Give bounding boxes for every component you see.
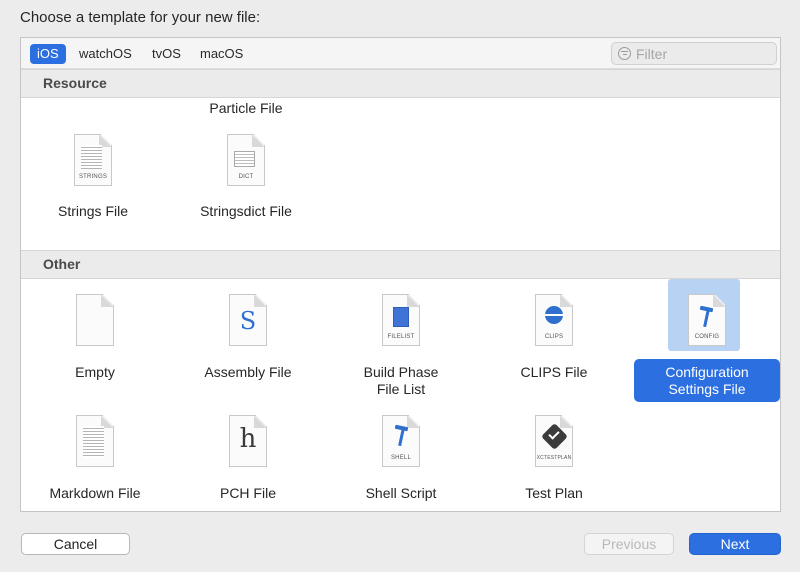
dialog-title: Choose a template for your new file: [20, 9, 261, 26]
template-label: Stringsdict File [200, 203, 292, 219]
template-label: Particle File [209, 100, 283, 116]
template-label: PCH File [219, 485, 276, 501]
config-file-icon: CONFIG [688, 294, 726, 346]
template-label: Test Plan [525, 485, 583, 501]
filter-input[interactable] [636, 45, 771, 62]
empty-file-icon [76, 294, 114, 346]
template-label: Assembly File [204, 364, 292, 380]
pch-file-icon: h [229, 415, 267, 467]
stringsdict-file-icon: DICT [227, 134, 265, 186]
template-empty[interactable]: Empty [25, 294, 165, 404]
template-strings-file[interactable]: STRINGS Strings File [23, 134, 163, 224]
template-label-line1: Configuration [665, 364, 749, 380]
section-header-resource: Resource [21, 69, 780, 98]
shell-script-icon: SHELL [382, 415, 420, 467]
markdown-file-icon [76, 415, 114, 467]
template-assembly-file[interactable]: S Assembly File [178, 294, 318, 404]
template-browser: iOS watchOS tvOS macOS Resource Particle… [20, 37, 781, 512]
template-clips-file[interactable]: CLIPS CLIPS File [484, 294, 624, 404]
template-markdown-file[interactable]: Markdown File [25, 415, 165, 505]
filter-field[interactable] [611, 42, 777, 65]
template-particle-file[interactable]: Particle File [176, 98, 316, 128]
template-label: Shell Script [365, 485, 437, 501]
build-phase-file-list-icon: FILELIST [382, 294, 420, 346]
template-shell-script[interactable]: SHELL Shell Script [331, 415, 471, 505]
template-pch-file[interactable]: h PCH File [178, 415, 318, 505]
template-label: Strings File [57, 203, 129, 219]
template-build-phase-file-list[interactable]: FILELIST Build Phase File List [331, 294, 471, 404]
test-plan-icon: XCTESTPLAN [535, 415, 573, 467]
strings-file-icon: STRINGS [74, 134, 112, 186]
platform-selector: iOS watchOS tvOS macOS [21, 38, 780, 69]
template-label: CLIPS File [520, 364, 588, 380]
template-label-line1: Build Phase [363, 364, 439, 380]
next-button[interactable]: Next [689, 533, 781, 555]
filter-icon [618, 47, 631, 60]
template-test-plan[interactable]: XCTESTPLAN Test Plan [484, 415, 624, 505]
template-label-selected: Configuration Settings File [634, 359, 780, 402]
template-label-line2: File List [376, 381, 426, 397]
template-stringsdict-file[interactable]: DICT Stringsdict File [176, 134, 316, 224]
tab-macos[interactable]: macOS [193, 44, 250, 64]
tab-tvos[interactable]: tvOS [145, 44, 188, 64]
cancel-button[interactable]: Cancel [21, 533, 130, 555]
tab-watchos[interactable]: watchOS [72, 44, 139, 64]
template-configuration-settings-file[interactable]: CONFIG Configuration Settings File [634, 279, 780, 404]
clips-file-icon: CLIPS [535, 294, 573, 346]
template-label-line2: Settings File [668, 381, 746, 397]
template-label: Empty [75, 364, 115, 380]
tab-ios[interactable]: iOS [30, 44, 66, 64]
assembly-file-icon: S [229, 294, 267, 346]
previous-button[interactable]: Previous [584, 533, 674, 555]
template-label: Markdown File [49, 485, 141, 501]
section-header-other: Other [21, 250, 780, 279]
